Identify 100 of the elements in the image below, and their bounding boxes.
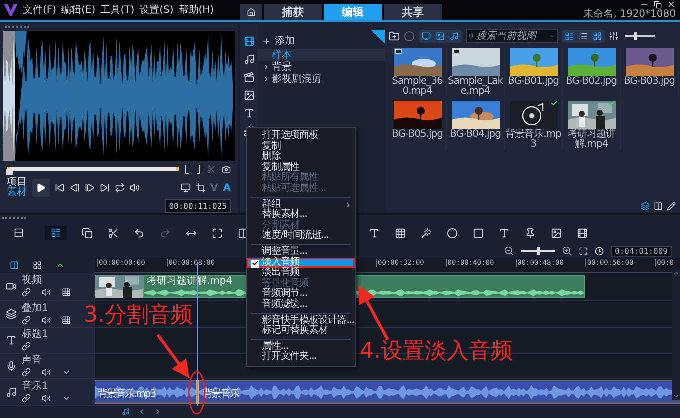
play-button[interactable] bbox=[32, 179, 50, 197]
clock-icon[interactable] bbox=[595, 246, 604, 256]
list-view-icon[interactable] bbox=[565, 32, 574, 40]
menu-item[interactable]: 打开选项面板 bbox=[247, 131, 355, 142]
image-icon[interactable] bbox=[244, 90, 254, 101]
wand-icon[interactable] bbox=[421, 228, 432, 238]
mark-out-icon[interactable] bbox=[196, 164, 201, 174]
dropdown-caret-icon bbox=[550, 32, 555, 40]
scroll-left-icon[interactable] bbox=[138, 408, 146, 416]
menu-item[interactable]: 音频调节... bbox=[247, 289, 355, 300]
details-view-icon[interactable] bbox=[579, 32, 588, 40]
circle-icon[interactable] bbox=[404, 30, 415, 42]
grid-icon[interactable] bbox=[62, 316, 71, 324]
scissors-icon[interactable] bbox=[108, 228, 119, 238]
mask-icon[interactable] bbox=[447, 228, 458, 238]
menu-item[interactable]: 编辑(E) bbox=[62, 3, 96, 17]
search-field[interactable]: 搜索当前视图 bbox=[466, 29, 558, 43]
track-manager-icon[interactable] bbox=[10, 261, 19, 270]
restore-icon[interactable] bbox=[654, 0, 662, 8]
menu-item[interactable]: 替换素材... bbox=[247, 210, 355, 221]
timecode-field[interactable]: 00:00:11:025 bbox=[165, 199, 231, 213]
sort-icon[interactable] bbox=[609, 31, 619, 41]
repeat-icon[interactable] bbox=[115, 183, 125, 193]
link-icon[interactable] bbox=[22, 368, 31, 376]
timeline-view-button[interactable] bbox=[45, 226, 67, 240]
grid-view-icon[interactable] bbox=[593, 32, 602, 40]
mark-in-icon[interactable] bbox=[185, 164, 190, 174]
step-forward-icon[interactable] bbox=[85, 183, 95, 193]
menu-item[interactable]: 工具(T) bbox=[100, 3, 135, 17]
scrubber-handle[interactable] bbox=[6, 168, 13, 175]
menu-item[interactable]: 帮助(H) bbox=[178, 3, 214, 17]
grid-icon[interactable] bbox=[62, 288, 71, 297]
maximize-icon[interactable] bbox=[212, 228, 223, 238]
fit-project-icon[interactable] bbox=[579, 246, 588, 256]
home-tab[interactable] bbox=[240, 4, 262, 20]
frame-icon[interactable] bbox=[473, 228, 484, 238]
volume-icon[interactable] bbox=[42, 288, 51, 297]
menu-item[interactable]: 删除 bbox=[247, 152, 355, 163]
mode-tab[interactable]: 共享 bbox=[384, 4, 442, 20]
aspect-ratio-icon[interactable] bbox=[180, 183, 190, 193]
copy-icon[interactable] bbox=[82, 228, 93, 238]
columns-icon[interactable] bbox=[654, 202, 663, 211]
title-icon[interactable] bbox=[244, 108, 254, 119]
menu-item[interactable]: 标记可替换素材 bbox=[247, 326, 355, 337]
menu-item[interactable]: 文件(F) bbox=[23, 3, 57, 17]
scroll-right-icon[interactable] bbox=[154, 408, 162, 416]
scroll-down-icon[interactable] bbox=[672, 393, 680, 400]
menu-item[interactable]: 复制 bbox=[247, 142, 355, 152]
marker-icon[interactable] bbox=[56, 261, 65, 270]
volume-icon[interactable] bbox=[130, 183, 140, 193]
layers-icon[interactable] bbox=[641, 202, 650, 211]
video-filter-icon[interactable] bbox=[422, 32, 431, 40]
music-filter-icon[interactable] bbox=[450, 32, 459, 40]
folder-plus-icon[interactable] bbox=[389, 30, 400, 42]
skip-forward-icon[interactable] bbox=[100, 183, 110, 193]
link-icon[interactable] bbox=[22, 342, 31, 351]
volume-icon[interactable] bbox=[42, 394, 51, 402]
grid-icon[interactable] bbox=[395, 228, 406, 238]
folder-item[interactable]: 背景 bbox=[258, 61, 385, 73]
zoom-in-icon[interactable] bbox=[562, 246, 572, 256]
menu-item[interactable]: 速度/时间流逝... bbox=[247, 231, 355, 242]
undo-icon[interactable] bbox=[134, 228, 145, 238]
mode-tab[interactable]: 捕获 bbox=[264, 4, 322, 20]
folder-item[interactable]: 影视剧混剪 bbox=[258, 73, 385, 85]
menu-item[interactable]: 复制属性 bbox=[247, 162, 355, 174]
channel-toggle[interactable]: A bbox=[223, 182, 231, 194]
grip-handle[interactable] bbox=[2, 217, 26, 222]
zoom-out-icon[interactable] bbox=[504, 246, 514, 256]
text-icon[interactable] bbox=[369, 228, 380, 238]
volume-icon[interactable] bbox=[42, 316, 51, 324]
crop-icon[interactable] bbox=[196, 183, 206, 193]
music-note-icon[interactable] bbox=[122, 408, 130, 416]
image-filter-icon[interactable] bbox=[436, 32, 445, 40]
preview-mode-option[interactable]: 项目 bbox=[7, 178, 27, 188]
scroll-up-icon[interactable] bbox=[672, 270, 680, 277]
title-3d-icon[interactable] bbox=[499, 228, 510, 238]
pin-icon[interactable] bbox=[525, 228, 536, 238]
preview-mode-option[interactable]: 素材 bbox=[7, 188, 27, 198]
link-icon[interactable] bbox=[22, 288, 31, 297]
menu-item[interactable]: 调整音量... bbox=[247, 246, 355, 258]
link-icon[interactable] bbox=[22, 394, 31, 402]
close-icon[interactable] bbox=[667, 0, 676, 9]
add-button[interactable]: 添加 bbox=[258, 33, 299, 49]
menu-item[interactable]: 音频滤镜... bbox=[247, 300, 355, 310]
snapshot-icon[interactable] bbox=[222, 164, 231, 174]
music-note-icon[interactable] bbox=[244, 54, 254, 65]
volume-icon[interactable] bbox=[42, 368, 51, 376]
image-icon[interactable] bbox=[551, 228, 562, 238]
clapperboard-icon[interactable] bbox=[244, 72, 254, 83]
menu-item[interactable]: 设置(S) bbox=[140, 3, 174, 17]
film-icon[interactable] bbox=[577, 228, 588, 238]
folder-item[interactable]: 样本 bbox=[258, 49, 385, 61]
skip-back-icon[interactable] bbox=[55, 183, 65, 193]
menu-item[interactable]: 打开文件夹... bbox=[247, 352, 355, 363]
timecode-field[interactable]: 0:04:01:009 bbox=[611, 246, 672, 256]
link-icon[interactable] bbox=[22, 316, 31, 324]
chapter-icon[interactable] bbox=[33, 261, 42, 270]
step-back-icon[interactable] bbox=[70, 183, 80, 193]
pencil-icon[interactable] bbox=[667, 202, 676, 211]
media-icon[interactable] bbox=[244, 36, 254, 47]
